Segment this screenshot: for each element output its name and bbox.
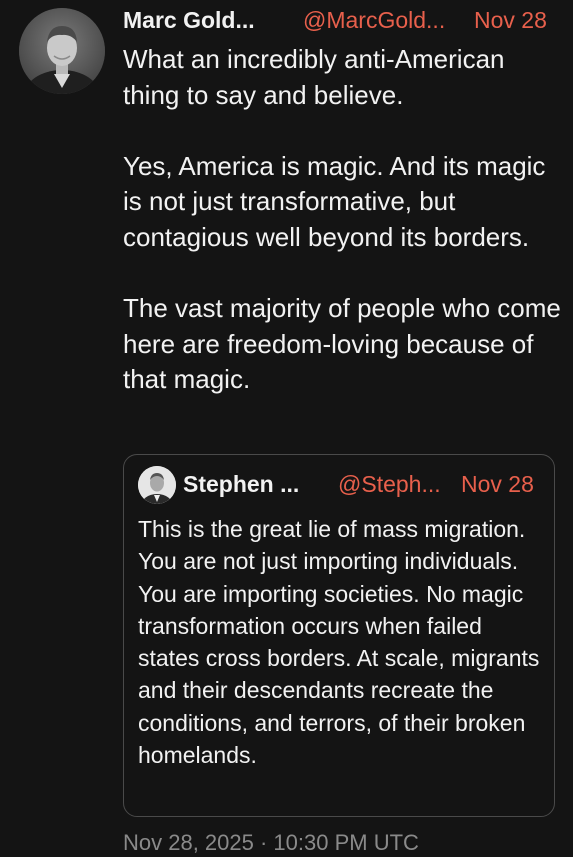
- author-avatar[interactable]: [19, 8, 105, 94]
- tweet-date[interactable]: Nov 28: [474, 5, 547, 35]
- quoted-author-name[interactable]: Stephen ...: [183, 470, 299, 498]
- author-name[interactable]: Marc Gold...: [123, 5, 255, 35]
- quoted-tweet-text: This is the great lie of mass migration.…: [138, 516, 540, 769]
- tweet: Marc Gold... @MarcGold... Nov 28 What an…: [0, 0, 573, 855]
- tweet-text: What an incredibly anti-American thing t…: [123, 44, 561, 395]
- tweet-timestamp[interactable]: Nov 28, 2025 · 10:30 PM UTC: [123, 829, 419, 857]
- tweet-header: Marc Gold... @MarcGold... Nov 28: [123, 5, 563, 35]
- quoted-author-handle[interactable]: @Steph...: [338, 470, 441, 498]
- quoted-tweet-card[interactable]: Stephen ... @Steph... Nov 28 This is the…: [123, 454, 555, 817]
- quoted-author-avatar[interactable]: [138, 466, 176, 504]
- author-handle[interactable]: @MarcGold...: [303, 5, 445, 35]
- quoted-tweet-date[interactable]: Nov 28: [461, 470, 534, 498]
- quoted-tweet-header: Stephen ... @Steph... Nov 28: [183, 470, 543, 498]
